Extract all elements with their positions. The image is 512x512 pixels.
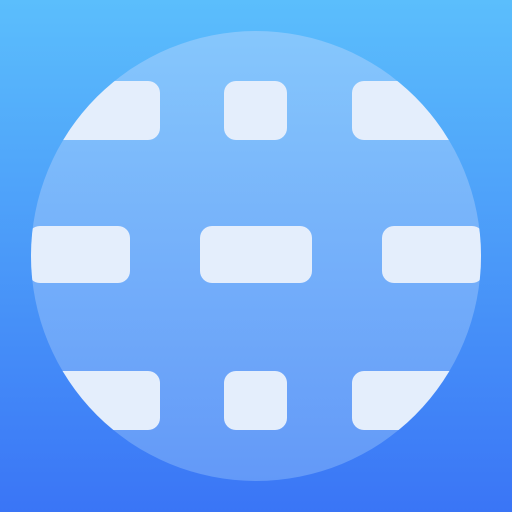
tile-middle-right (382, 226, 481, 283)
tile-top-center (224, 81, 287, 140)
globe-grid-icon (0, 0, 512, 512)
tile-bottom-center (224, 371, 287, 430)
globe-tiles (31, 81, 481, 430)
app-icon[interactable] (0, 0, 512, 512)
tile-middle-left (31, 226, 130, 283)
tile-middle-center (200, 226, 312, 283)
